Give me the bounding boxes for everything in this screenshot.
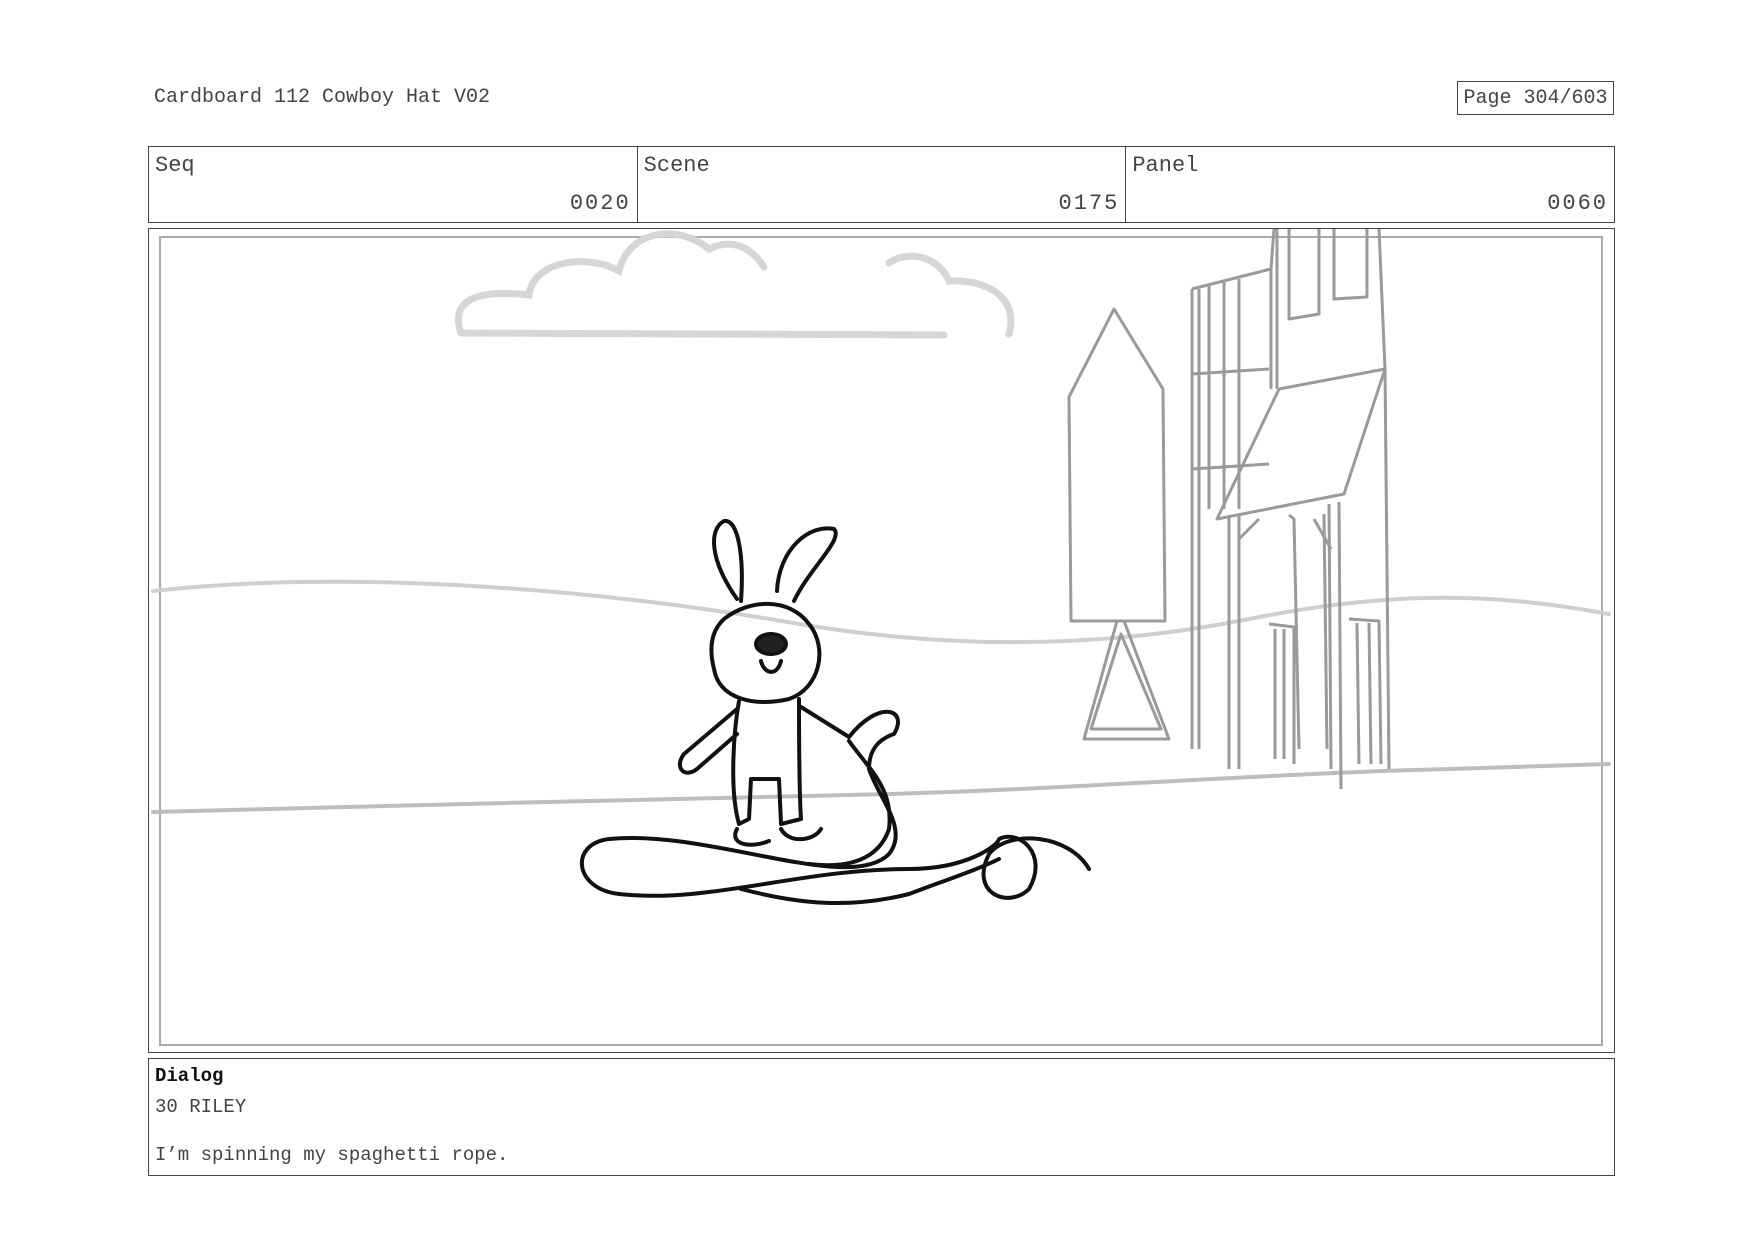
scene-value: 0175	[1058, 191, 1120, 216]
seq-value: 0020	[569, 191, 631, 216]
dialog-heading: Dialog	[155, 1065, 224, 1087]
dialog-speaker: 30 RILEY	[155, 1096, 247, 1118]
bunny-right-arm	[799, 705, 851, 739]
panel-value: 0060	[1547, 191, 1609, 216]
page-number: Page 304/603	[1457, 81, 1614, 115]
scene-label: Scene	[643, 153, 710, 178]
spaghetti-rope	[580, 709, 1091, 906]
seq-label: Seq	[155, 153, 195, 178]
storyboard-panel	[148, 228, 1615, 1053]
dialog-box: Dialog 30 RILEY I’m spinning my spaghett…	[148, 1058, 1615, 1176]
storyboard-sketch	[151, 229, 1611, 1046]
cloud-sketch	[454, 230, 1015, 339]
billboard-sketch	[1067, 307, 1171, 741]
bunny-mouth	[759, 659, 783, 674]
building-sketch	[1190, 229, 1391, 790]
panel-label: Panel	[1132, 153, 1199, 178]
bunny-right-ear	[775, 526, 838, 603]
bunny-body	[731, 697, 803, 826]
bunny-nose	[754, 632, 788, 656]
panel-cell: Panel 0060	[1126, 147, 1614, 222]
bunny-left-ear	[712, 519, 744, 603]
bunny-left-arm	[677, 707, 739, 775]
dialog-line: I’m spinning my spaghetti rope.	[155, 1144, 509, 1166]
scene-cell: Scene 0175	[638, 147, 1127, 222]
bunny-feet	[733, 827, 823, 847]
panel-info-row: Seq 0020 Scene 0175 Panel 0060	[148, 146, 1615, 223]
seq-cell: Seq 0020	[149, 147, 638, 222]
landscape-lines	[151, 579, 1611, 814]
document-title: Cardboard 112 Cowboy Hat V02	[154, 86, 491, 109]
